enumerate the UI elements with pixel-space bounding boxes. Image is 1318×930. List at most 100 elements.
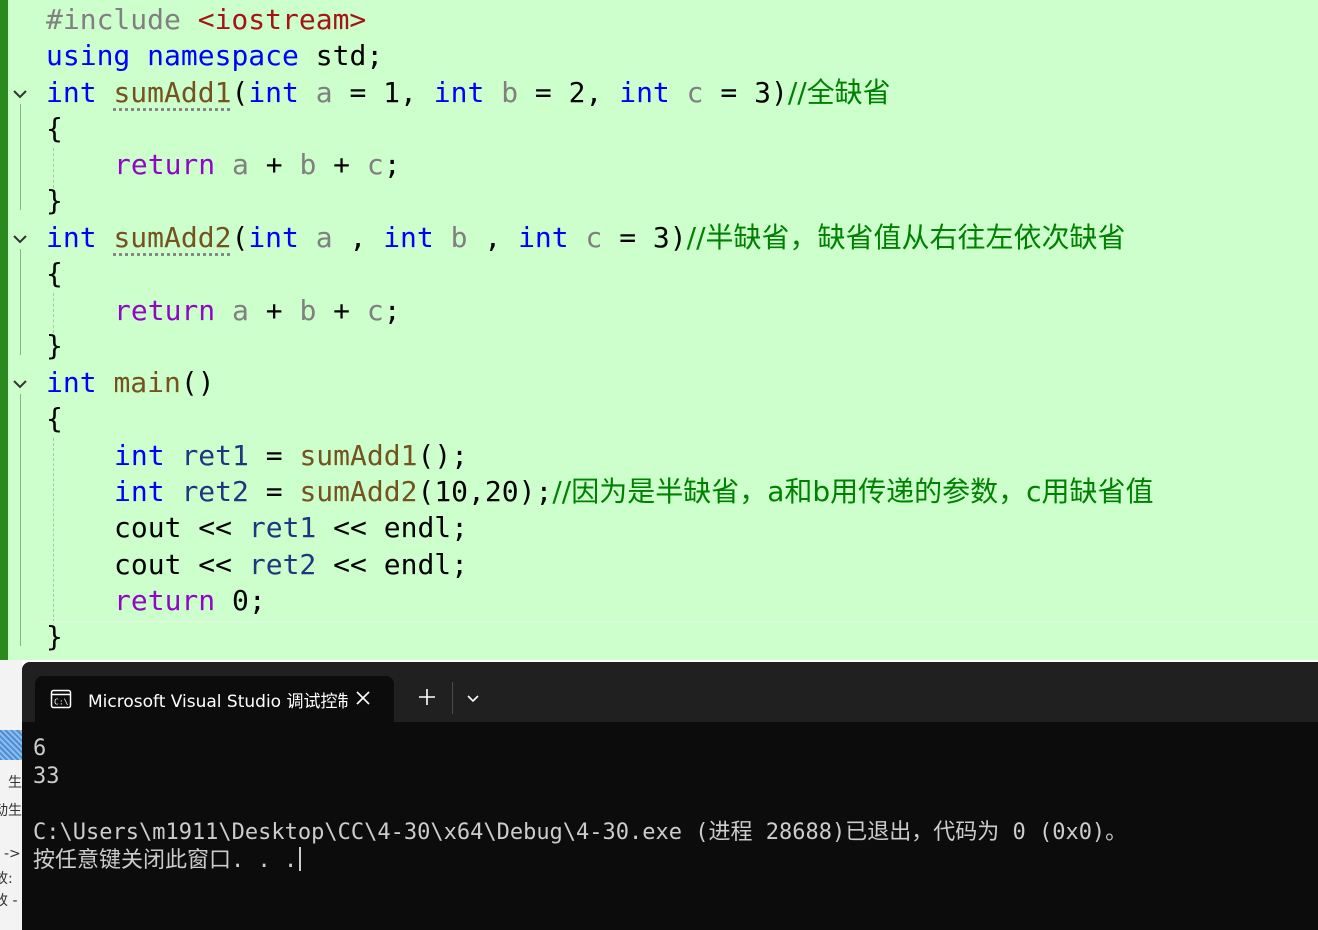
code-text: = 2, <box>518 76 620 109</box>
code-text: = 1, <box>332 76 434 109</box>
indent-guide <box>53 148 54 188</box>
code-line-cout[interactable]: cout << ret2 << endl; <box>114 547 468 583</box>
debug-console-window[interactable]: C:\ Microsoft Visual Studio 调试控制台 6 33 C… <box>22 662 1318 930</box>
code-text: } <box>46 184 63 217</box>
keyword: int <box>248 76 299 109</box>
include-header: <iostream> <box>197 3 367 36</box>
keyword: int <box>518 221 569 254</box>
terminal-tab-bar: C:\ Microsoft Visual Studio 调试控制台 <box>22 662 1318 722</box>
code-line-ret2[interactable]: int ret2 = sumAdd2(10,20);//因为是半缺省，a和b用传… <box>114 474 1154 510</box>
code-comment: //半缺省，缺省值从右往左依次缺省 <box>686 221 1126 254</box>
code-text: } <box>46 329 63 362</box>
console-output-line: 33 <box>33 764 60 789</box>
console-output-line: 按任意键关闭此窗口. . . <box>33 848 298 873</box>
code-text: + <box>248 294 300 327</box>
code-text: (10,20); <box>417 475 553 508</box>
code-line-brace[interactable]: } <box>46 183 63 219</box>
console-icon: C:\ <box>50 688 72 710</box>
tab-title: Microsoft Visual Studio 调试控制台 <box>88 692 348 712</box>
console-output-line: C:\Users\m1911\Desktop\CC\4-30\x64\Debug… <box>33 820 1128 845</box>
code-line-main-signature[interactable]: int main() <box>46 365 215 401</box>
code-text: } <box>46 620 63 653</box>
code-text: { <box>46 257 63 290</box>
keyword: int <box>114 475 165 508</box>
parameter: b <box>299 294 317 327</box>
code-line-brace[interactable]: } <box>46 328 63 364</box>
collapse-chevron-icon[interactable] <box>11 85 29 103</box>
preprocessor-directive: #include <box>46 3 181 36</box>
control-keyword: return <box>114 294 216 327</box>
code-editor[interactable]: #include <iostream> using namespace std;… <box>0 0 1318 660</box>
code-text: << endl; <box>316 548 469 581</box>
parameter: b <box>299 148 317 181</box>
function-name: main <box>113 366 181 399</box>
keyword: int <box>114 439 165 472</box>
code-text: = <box>248 475 300 508</box>
background-text: 改 - <box>0 893 18 909</box>
indent-guide <box>53 293 54 333</box>
plus-icon[interactable] <box>416 686 438 708</box>
code-line-ret1[interactable]: int ret1 = sumAdd1(); <box>114 438 468 474</box>
code-line-include[interactable]: #include <iostream> <box>46 2 366 38</box>
outline-line <box>20 394 21 646</box>
code-line-return[interactable]: return a + b + c; <box>114 147 401 183</box>
code-comment: //全缺省 <box>787 76 891 109</box>
indent-guide <box>53 438 54 622</box>
code-line-cout[interactable]: cout << ret1 << endl; <box>114 510 468 546</box>
code-line-return[interactable]: return 0; <box>114 583 266 619</box>
current-line-highlight <box>40 621 1318 622</box>
keyword: namespace <box>147 39 299 72</box>
code-text: ( <box>231 76 249 109</box>
chevron-down-icon[interactable] <box>464 689 482 707</box>
parameter: c <box>366 148 384 181</box>
keyword: int <box>248 221 299 254</box>
code-line-brace[interactable]: { <box>46 401 63 437</box>
code-text: ; <box>383 294 401 327</box>
code-text: 0; <box>215 584 266 617</box>
keyword: int <box>46 76 97 109</box>
code-line-sumadd2-signature[interactable]: int sumAdd2(int a , int b , int c = 3)//… <box>46 220 1126 256</box>
local-variable: ret2 <box>248 548 317 581</box>
code-line-brace[interactable]: { <box>46 111 63 147</box>
code-line-return[interactable]: return a + b + c; <box>114 293 401 329</box>
keyword: int <box>433 76 485 109</box>
collapse-chevron-icon[interactable] <box>11 230 29 248</box>
change-tracking-bar <box>0 0 8 660</box>
parameter: c <box>686 76 704 109</box>
code-text: cout << <box>114 511 249 544</box>
close-icon[interactable] <box>353 688 373 708</box>
outline-line <box>20 104 21 210</box>
code-text: + <box>248 148 300 181</box>
code-text: ; <box>383 148 401 181</box>
collapse-chevron-icon[interactable] <box>11 375 29 393</box>
terminal-tab[interactable]: C:\ Microsoft Visual Studio 调试控制台 <box>35 676 394 722</box>
code-text: cout << <box>114 548 249 581</box>
keyword: using <box>46 39 131 72</box>
outline-line <box>20 249 21 355</box>
keyword: int <box>383 221 434 254</box>
tab-separator <box>452 682 453 714</box>
code-line-brace[interactable]: } <box>46 619 63 655</box>
console-prompt-line: 按任意键关闭此窗口. . . <box>33 847 302 875</box>
code-line-using[interactable]: using namespace std; <box>46 38 383 74</box>
code-text: std; <box>298 39 384 72</box>
function-call: sumAdd1 <box>299 439 418 472</box>
parameter: a <box>315 76 333 109</box>
code-text: = <box>248 439 300 472</box>
text-cursor <box>299 847 302 871</box>
code-line-sumadd1-signature[interactable]: int sumAdd1(int a = 1, int b = 2, int c … <box>46 75 891 111</box>
parameter: b <box>501 76 519 109</box>
control-keyword: return <box>114 148 216 181</box>
parameter: c <box>585 221 603 254</box>
code-text: ( <box>231 221 249 254</box>
parameter: c <box>366 294 384 327</box>
parameter: a <box>232 148 249 181</box>
code-line-brace[interactable]: { <box>46 256 63 292</box>
background-text: 动生 <box>0 803 22 819</box>
code-comment: //因为是半缺省，a和b用传递的参数，c用缺省值 <box>552 475 1154 508</box>
code-text: () <box>180 366 215 399</box>
parameter: b <box>450 221 468 254</box>
background-window: 生 动生 -> 故: 改 - <box>0 660 22 930</box>
background-text: 故: <box>0 871 13 887</box>
code-text: << endl; <box>316 511 469 544</box>
